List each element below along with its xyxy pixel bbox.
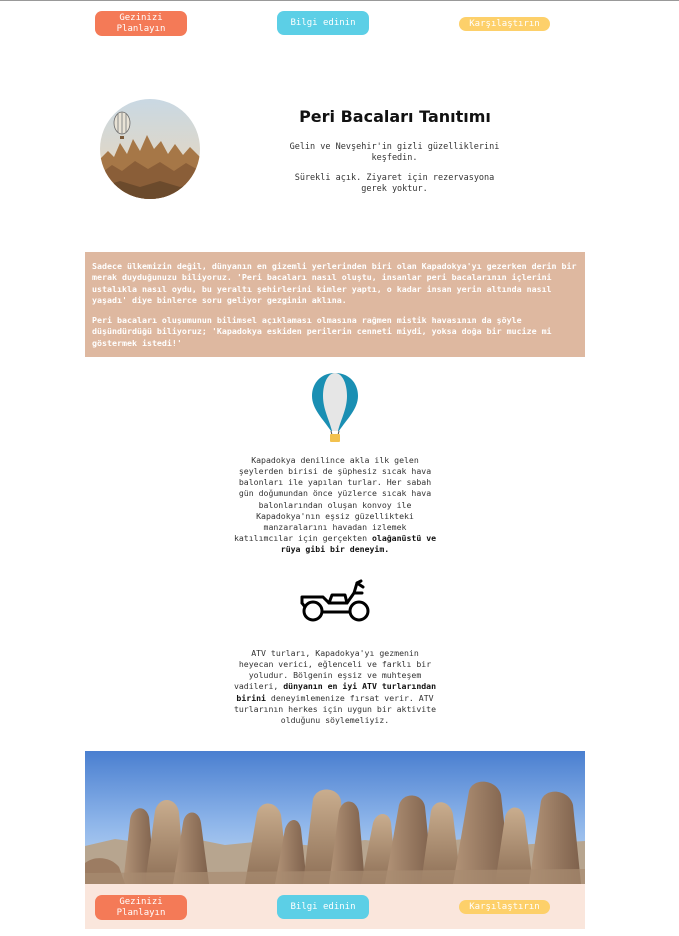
hero-note: Sürekli açık. Ziyaret için rezervasyona …: [294, 173, 495, 195]
top-border: [0, 0, 679, 1]
footer-plan-trip-button[interactable]: Gezinizi Planlayın: [95, 895, 187, 920]
fairy-chimneys-image: [85, 751, 585, 884]
hero-image: [100, 99, 200, 199]
compare-button[interactable]: Karşılaştırın: [459, 17, 550, 31]
intro-section: Sadece ülkemizin değil, dünyanın en gize…: [85, 252, 585, 357]
atv-description: ATV turları, Kapadokya'yı gezmenin heyec…: [233, 648, 437, 725]
footer-compare-button[interactable]: Karşılaştırın: [459, 900, 550, 914]
footer-get-info-button[interactable]: Bilgi edinin: [277, 895, 369, 919]
balloon-description: Kapadokya denilince akla ilk gelen şeyle…: [233, 455, 437, 555]
get-info-button[interactable]: Bilgi edinin: [277, 11, 369, 35]
page-title: Peri Bacaları Tanıtımı: [299, 107, 491, 126]
intro-paragraph-2: Peri bacaları oluşumunun bilimsel açıkla…: [92, 314, 552, 348]
atv-motorbike-icon: [299, 579, 373, 625]
hero-subtitle: Gelin ve Nevşehir'in gizli güzelliklerin…: [289, 142, 500, 164]
hot-air-balloon-icon: [309, 371, 361, 443]
plan-trip-button[interactable]: Gezinizi Planlayın: [95, 11, 187, 36]
intro-paragraph-1: Sadece ülkemizin değil, dünyanın en gize…: [92, 261, 577, 306]
